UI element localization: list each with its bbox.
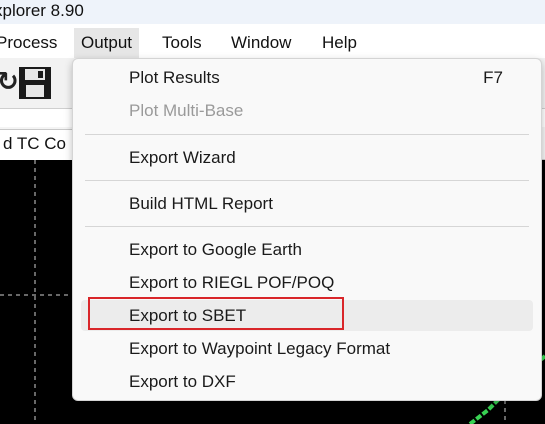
menu-item-label: Export to DXF bbox=[129, 372, 236, 391]
menu-process[interactable]: Process bbox=[0, 28, 57, 58]
highlight-annotation bbox=[88, 297, 344, 330]
menu-tools[interactable]: Tools bbox=[162, 28, 202, 58]
menu-output[interactable]: Output bbox=[74, 28, 140, 58]
menu-item-plot-multi-base: Plot Multi-Base bbox=[81, 95, 533, 126]
menu-window[interactable]: Window bbox=[231, 28, 291, 58]
menu-item-label: Plot Results bbox=[129, 68, 220, 87]
menu-item-export-dxf[interactable]: Export to DXF bbox=[81, 366, 533, 397]
menu-item-plot-results[interactable]: Plot Results F7 bbox=[81, 62, 533, 93]
arrow-icon[interactable]: ↻ bbox=[0, 68, 19, 94]
menu-item-export-wizard[interactable]: Export Wizard bbox=[81, 142, 533, 173]
menu-separator bbox=[85, 134, 529, 135]
menu-bar: Process Output Tools Window Help bbox=[0, 28, 545, 58]
menu-item-label: Export Wizard bbox=[129, 148, 236, 167]
menu-item-label: Build HTML Report bbox=[129, 194, 273, 213]
app-window: xplorer 8.90 Process Output Tools Window… bbox=[0, 0, 545, 424]
menu-item-label: Export to Waypoint Legacy Format bbox=[129, 339, 391, 358]
menu-item-label: Plot Multi-Base bbox=[129, 101, 244, 120]
title-bar: xplorer 8.90 bbox=[0, 0, 545, 24]
menu-separator bbox=[85, 180, 529, 181]
menu-item-label: Export to Google Earth bbox=[129, 240, 302, 259]
menu-item-export-riegl[interactable]: Export to RIEGL POF/POQ bbox=[81, 267, 533, 298]
output-dropdown-menu: Plot Results F7 Plot Multi-Base Export W… bbox=[72, 58, 542, 401]
menu-item-export-waypoint-legacy[interactable]: Export to Waypoint Legacy Format bbox=[81, 333, 533, 364]
menu-separator bbox=[85, 226, 529, 227]
menu-item-label: Export to RIEGL POF/POQ bbox=[129, 273, 335, 292]
shortcut-label: F7 bbox=[483, 68, 503, 87]
menu-item-export-google-earth[interactable]: Export to Google Earth bbox=[81, 234, 533, 265]
menu-item-build-html-report[interactable]: Build HTML Report bbox=[81, 188, 533, 219]
save-icon[interactable] bbox=[18, 66, 52, 100]
menu-help[interactable]: Help bbox=[322, 28, 357, 58]
document-tab[interactable]: d TC Co bbox=[0, 129, 77, 160]
window-title: xplorer 8.90 bbox=[0, 1, 84, 20]
